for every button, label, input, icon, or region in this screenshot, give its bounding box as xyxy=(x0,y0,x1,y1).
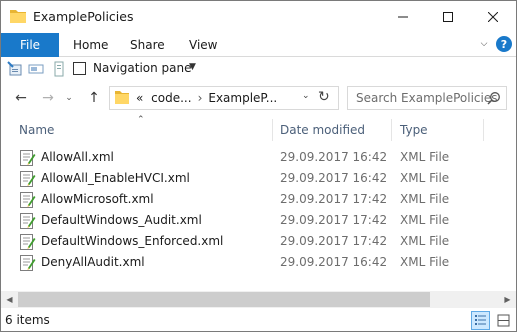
recent-locations-button[interactable]: ⌄ xyxy=(63,89,75,107)
file-date: 29.09.2017 16:42 xyxy=(280,255,388,269)
search-input[interactable]: Search ExamplePolicies xyxy=(347,86,507,110)
ribbon-tabs: File Home Share View ⌵ ? xyxy=(1,33,516,57)
horizontal-scrollbar[interactable]: ◀ ▶ xyxy=(1,291,516,308)
item-count: 6 items xyxy=(5,313,50,327)
file-row[interactable]: DefaultWindows_Enforced.xml 29.09.2017 1… xyxy=(1,231,516,252)
expand-ribbon-button[interactable]: ⌵ xyxy=(477,37,491,51)
column-divider[interactable] xyxy=(272,119,273,141)
file-type: XML File xyxy=(400,171,450,185)
xml-document-icon xyxy=(20,150,36,166)
breadcrumb-separator-icon[interactable]: › xyxy=(192,91,209,105)
file-date: 29.09.2017 17:42 xyxy=(280,192,388,206)
tab-home[interactable]: Home xyxy=(73,33,108,57)
breadcrumb-overflow[interactable]: « xyxy=(136,91,143,105)
details-view-button[interactable] xyxy=(471,311,490,330)
file-type: XML File xyxy=(400,192,450,206)
file-type: XML File xyxy=(400,213,450,227)
properties-icon[interactable] xyxy=(7,61,23,77)
folder-icon xyxy=(10,10,26,23)
new-item-icon[interactable] xyxy=(51,61,67,77)
customize-toolbar-dropdown[interactable]: ▼ xyxy=(189,62,196,72)
large-icons-view-button[interactable] xyxy=(494,311,513,330)
refresh-icon[interactable]: ↻ xyxy=(318,89,330,105)
window-title: ExamplePolicies xyxy=(33,9,134,24)
tab-file[interactable]: File xyxy=(1,33,59,57)
file-list: AllowAll.xml 29.09.2017 16:42 XML File A… xyxy=(1,147,516,287)
up-button[interactable]: ↑ xyxy=(85,89,103,107)
file-row[interactable]: AllowAll_EnableHVCI.xml 29.09.2017 16:42… xyxy=(1,168,516,189)
close-button[interactable] xyxy=(470,1,515,32)
column-divider[interactable] xyxy=(483,119,484,141)
address-history-dropdown[interactable]: ⌄ xyxy=(302,91,310,101)
tab-view[interactable]: View xyxy=(189,33,217,57)
file-date: 29.09.2017 16:42 xyxy=(280,171,388,185)
xml-document-icon xyxy=(20,192,36,208)
xml-document-icon xyxy=(20,213,36,229)
file-date: 29.09.2017 17:42 xyxy=(280,213,388,227)
column-divider[interactable] xyxy=(391,119,392,141)
details-view-icon xyxy=(475,315,486,325)
back-button[interactable]: ← xyxy=(12,89,30,107)
file-name: AllowMicrosoft.xml xyxy=(41,192,154,206)
file-name: DefaultWindows_Enforced.xml xyxy=(41,234,224,248)
scrollbar-thumb[interactable] xyxy=(18,292,430,307)
minimize-button[interactable] xyxy=(380,1,425,32)
column-headers: ⌃ Name Date modified Type xyxy=(1,115,516,145)
explorer-window: ExamplePolicies File Home Share View ⌵ ? xyxy=(0,0,517,332)
file-row[interactable]: AllowAll.xml 29.09.2017 16:42 XML File xyxy=(1,147,516,168)
large-icons-view-icon xyxy=(497,314,510,327)
file-row[interactable]: DenyAllAudit.xml 29.09.2017 16:42 XML Fi… xyxy=(1,252,516,273)
navigation-pane-checkbox[interactable] xyxy=(73,62,86,75)
column-header-date-modified[interactable]: Date modified xyxy=(280,123,365,137)
column-header-name[interactable]: Name xyxy=(19,123,54,137)
arrow-up-icon: ↑ xyxy=(88,90,100,106)
file-type: XML File xyxy=(400,234,450,248)
minimize-icon xyxy=(397,16,408,17)
arrow-right-icon: → xyxy=(42,90,54,106)
help-button[interactable]: ? xyxy=(496,36,512,52)
chevron-left-icon: ◀ xyxy=(6,295,13,304)
file-date: 29.09.2017 17:42 xyxy=(280,234,388,248)
file-name: DefaultWindows_Audit.xml xyxy=(41,213,202,227)
address-row: ← → ⌄ ↑ « code... › ExampleP... ⌄ ↻ Search… xyxy=(1,81,516,115)
xml-document-icon xyxy=(20,171,36,187)
breadcrumb: « code... › ExampleP... xyxy=(136,91,277,105)
status-bar: 6 items xyxy=(1,309,516,331)
column-header-type[interactable]: Type xyxy=(400,123,428,137)
file-row[interactable]: DefaultWindows_Audit.xml 29.09.2017 17:4… xyxy=(1,210,516,231)
search-icon xyxy=(487,92,500,105)
scroll-left-button[interactable]: ◀ xyxy=(1,291,18,308)
folder-icon xyxy=(115,91,129,104)
maximize-button[interactable] xyxy=(425,1,470,32)
chevron-down-icon: ⌄ xyxy=(65,93,73,103)
sort-ascending-icon: ⌃ xyxy=(137,115,145,125)
navigation-pane-label: Navigation pane xyxy=(93,61,192,75)
xml-document-icon xyxy=(20,234,36,250)
file-row[interactable]: AllowMicrosoft.xml 29.09.2017 17:42 XML … xyxy=(1,189,516,210)
xml-document-icon xyxy=(20,255,36,271)
address-bar[interactable]: « code... › ExampleP... ⌄ ↻ xyxy=(109,86,339,110)
chevron-down-icon: ⌵ xyxy=(480,39,488,49)
file-date: 29.09.2017 16:42 xyxy=(280,150,388,164)
tab-share[interactable]: Share xyxy=(130,33,165,57)
forward-button[interactable]: → xyxy=(39,89,57,107)
quick-access-toolbar: Navigation pane ▼ xyxy=(1,58,516,80)
scroll-right-button[interactable]: ▶ xyxy=(499,291,516,308)
arrow-left-icon: ← xyxy=(15,90,27,106)
file-name: AllowAll_EnableHVCI.xml xyxy=(41,171,190,185)
file-type: XML File xyxy=(400,255,450,269)
file-name: AllowAll.xml xyxy=(41,150,114,164)
file-type: XML File xyxy=(400,150,450,164)
chevron-right-icon: ▶ xyxy=(504,295,511,304)
breadcrumb-item[interactable]: ExampleP... xyxy=(208,91,277,105)
rename-icon[interactable] xyxy=(28,61,44,77)
title-bar: ExamplePolicies xyxy=(1,1,516,33)
search-placeholder: Search ExamplePolicies xyxy=(356,91,498,105)
close-icon xyxy=(487,11,498,22)
file-name: DenyAllAudit.xml xyxy=(41,255,145,269)
maximize-icon xyxy=(442,11,453,22)
breadcrumb-item[interactable]: code... xyxy=(147,91,191,105)
